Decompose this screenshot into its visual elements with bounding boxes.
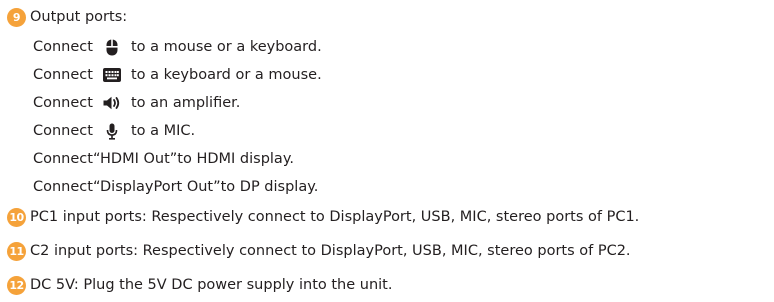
connect-line-speaker: Connect to an amplifier. (33, 93, 240, 113)
connect-prefix: Connect (33, 95, 93, 111)
connect-prefix: Connect (33, 67, 93, 83)
speaker-icon (103, 94, 121, 112)
connect-line-mouse: Connect to a mouse or a keyboard. (33, 37, 322, 57)
item-11: 11 C2 input ports: Respectively connect … (7, 241, 631, 261)
connect-line-microphone: Connect to a MIC. (33, 121, 195, 141)
item-number-badge: 11 (7, 241, 26, 261)
item-number-badge: 10 (7, 207, 26, 227)
item-12-text: DC 5V: Plug the 5V DC power supply into … (30, 277, 393, 293)
item-11-text: C2 input ports: Respectively connect to … (30, 243, 631, 259)
item-number-badge: 12 (7, 275, 26, 295)
microphone-icon (103, 122, 121, 140)
item-9-heading: 9 Output ports: (7, 7, 127, 27)
connect-hdmi-text: Connect“HDMI Out”to HDMI display. (33, 151, 294, 167)
connect-dp-text: Connect“DisplayPort Out”to DP display. (33, 179, 319, 195)
item-number-badge: 9 (7, 7, 26, 27)
item-10: 10 PC1 input ports: Respectively connect… (7, 207, 639, 227)
keyboard-icon (102, 66, 121, 84)
item-12: 12 DC 5V: Plug the 5V DC power supply in… (7, 275, 392, 295)
connect-suffix: to a mouse or a keyboard. (130, 39, 322, 55)
connect-prefix: Connect (33, 123, 93, 139)
manual-section: 9 Output ports: Connect to a mouse or a … (0, 0, 774, 302)
connect-suffix: to a keyboard or a mouse. (130, 67, 322, 83)
mouse-icon (103, 38, 121, 56)
item-9-title: Output ports: (30, 9, 128, 25)
connect-line-displayport: Connect“DisplayPort Out”to DP display. (33, 177, 318, 197)
connect-suffix: to a MIC. (130, 123, 196, 139)
item-10-text: PC1 input ports: Respectively connect to… (30, 209, 640, 225)
connect-prefix: Connect (33, 39, 93, 55)
connect-suffix: to an amplifier. (130, 95, 241, 111)
connect-line-hdmi: Connect“HDMI Out”to HDMI display. (33, 149, 294, 169)
connect-line-keyboard: Connect to a keyboard or a mouse. (33, 65, 322, 85)
